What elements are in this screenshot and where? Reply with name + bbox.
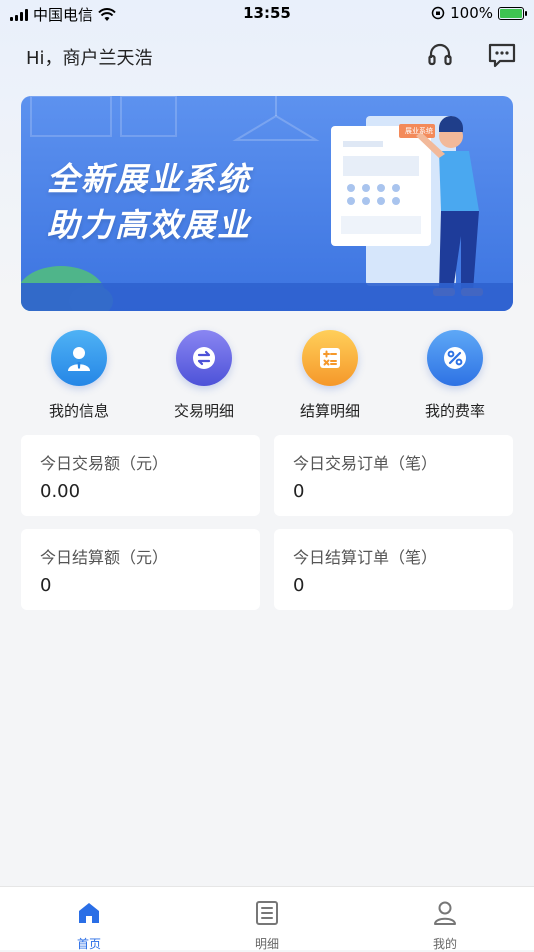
exchange-icon <box>176 330 232 386</box>
banner-headline-2: 助力高效展业 <box>47 206 252 244</box>
stat-title: 今日交易额（元） <box>40 454 169 473</box>
user-profile-icon <box>51 330 107 386</box>
status-bar: 中国电信 13:55 100% <box>0 0 534 28</box>
orientation-lock-icon <box>431 6 445 20</box>
list-icon <box>256 901 278 925</box>
stat-value: 0 <box>293 481 305 502</box>
tab-mine[interactable]: 我的 <box>385 887 505 952</box>
stat-card-today-amount[interactable]: 今日交易额（元） 0.00 <box>21 435 260 516</box>
banner-headline-1: 全新展业系统 <box>47 160 252 198</box>
quick-actions: 我的信息 交易明细 结算明细 我的费率 <box>0 330 534 425</box>
quick-action-label: 我的费率 <box>424 402 485 420</box>
status-right: 100% <box>431 4 527 22</box>
stat-card-settlement-amount[interactable]: 今日结算额（元） 0 <box>21 529 260 610</box>
app-header: Hi，商户兰天浩 <box>0 36 534 76</box>
tab-details[interactable]: 明细 <box>207 887 327 952</box>
quick-action-my-info[interactable]: 我的信息 <box>24 330 134 421</box>
stat-value: 0 <box>293 575 305 596</box>
message-icon[interactable] <box>487 40 517 70</box>
tab-label: 我的 <box>432 937 457 951</box>
quick-action-label: 我的信息 <box>48 402 109 420</box>
promo-banner[interactable]: 展业系统 全新展业系统 助力高效展业 <box>21 96 513 311</box>
quick-action-label: 交易明细 <box>173 402 234 420</box>
tab-label: 首页 <box>76 937 101 951</box>
tab-home[interactable]: 首页 <box>29 887 149 952</box>
bottom-tab-bar: 首页 明细 我的 <box>0 886 534 952</box>
person-icon <box>434 901 456 925</box>
percent-icon <box>427 330 483 386</box>
battery-percent: 100% <box>450 4 493 22</box>
stat-title: 今日结算额（元） <box>40 548 169 567</box>
stat-card-settlement-orders[interactable]: 今日结算订单（笔） 0 <box>274 529 513 610</box>
stat-value: 0.00 <box>40 481 81 502</box>
stat-card-today-orders[interactable]: 今日交易订单（笔） 0 <box>274 435 513 516</box>
home-icon <box>79 903 99 923</box>
tab-label: 明细 <box>254 937 279 951</box>
stat-value: 0 <box>40 575 52 596</box>
quick-action-settlements[interactable]: 结算明细 <box>275 330 385 421</box>
banner-ground <box>21 283 513 311</box>
quick-action-transactions[interactable]: 交易明细 <box>149 330 259 421</box>
battery-icon <box>498 6 527 20</box>
calculator-icon <box>302 330 358 386</box>
stat-title: 今日交易订单（笔） <box>293 454 438 473</box>
quick-action-my-rate[interactable]: 我的费率 <box>400 330 510 421</box>
greeting-text: Hi，商户兰天浩 <box>26 48 153 69</box>
banner-sign-text: 展业系统 <box>405 127 433 135</box>
quick-action-label: 结算明细 <box>299 402 360 420</box>
headset-icon[interactable] <box>425 40 455 70</box>
stat-title: 今日结算订单（笔） <box>293 548 438 567</box>
